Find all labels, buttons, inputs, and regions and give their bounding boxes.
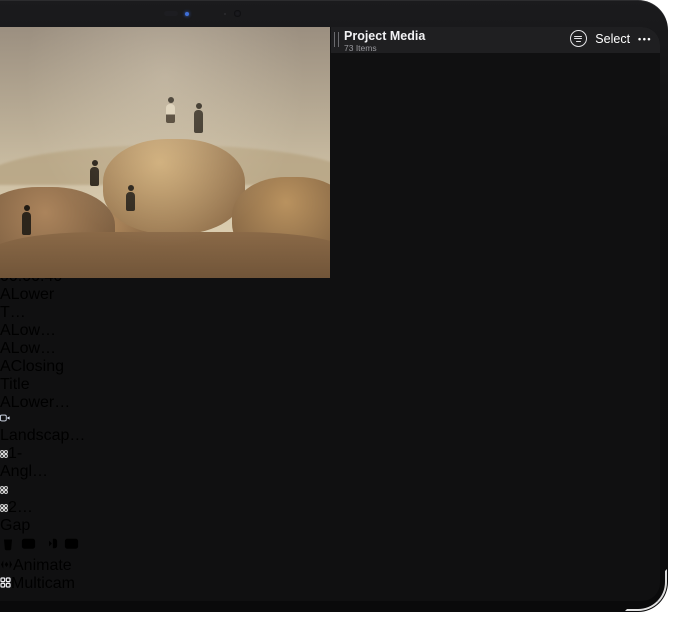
clip-label: 2…	[0, 499, 50, 517]
title-clip-label: Low…	[11, 322, 56, 339]
media-more-button[interactable]: •••	[638, 34, 652, 44]
front-camera-pill	[164, 11, 178, 16]
insert-clip-icon[interactable]	[42, 535, 59, 552]
title-clip[interactable]: ALow…	[0, 340, 47, 358]
timeline-bottom-bar: AnimateMulticam	[0, 535, 660, 593]
front-camera-indicator	[185, 12, 189, 16]
overwrite-clip-icon[interactable]	[63, 535, 80, 552]
delete-icon[interactable]	[0, 535, 16, 552]
multicam-button[interactable]: Multicam	[0, 575, 660, 593]
clip-label: Landscap…	[0, 427, 85, 444]
title-badge-icon: A	[0, 358, 11, 375]
media-panel-title: Project Media	[344, 29, 425, 43]
filter-icon[interactable]	[570, 30, 587, 47]
media-item-count: 73 Items	[344, 43, 377, 53]
animate-button[interactable]: Animate	[0, 557, 660, 575]
panel-drag-handle[interactable]	[334, 32, 339, 47]
animate-label: Animate	[13, 557, 72, 574]
timeline-clip[interactable]	[0, 481, 42, 499]
title-clip[interactable]: ALow…	[0, 322, 46, 340]
title-clip[interactable]: ALower…	[0, 394, 42, 409]
gap-clip[interactable]: Gap	[0, 517, 89, 535]
title-clip[interactable]: AClosing Title	[0, 358, 76, 394]
gap-label: Gap	[0, 517, 30, 534]
title-badge-icon: A	[0, 286, 11, 303]
timeline-tracks[interactable]: ALower T…ALow…ALow…AClosing TitleALower……	[0, 286, 660, 535]
clip-label: 1-Angl…	[0, 445, 68, 481]
media-panel-header: Project Media 73 Items Select •••	[331, 27, 660, 53]
title-badge-icon: A	[0, 322, 11, 339]
title-badge-icon: A	[0, 340, 11, 357]
clip-label	[0, 481, 42, 499]
timeline-scrollbar[interactable]	[0, 593, 660, 601]
front-camera-lens	[234, 10, 241, 17]
stage: 100%	[0, 0, 673, 625]
split-clip-icon[interactable]	[20, 535, 37, 552]
media-select-button[interactable]: Select	[595, 32, 630, 46]
title-clip-label: Low…	[11, 340, 56, 357]
multicam-label: Multicam	[11, 575, 75, 592]
preview-video[interactable]	[0, 27, 330, 278]
title-clip-label: Lower…	[11, 394, 71, 411]
connected-video-clip[interactable]: Landscap…	[0, 409, 80, 445]
front-sensor-dot	[224, 13, 226, 15]
timeline-clip[interactable]: 1-Angl…	[0, 445, 68, 481]
screen: 100%	[0, 27, 660, 601]
timeline-clip[interactable]: 2…	[0, 499, 50, 517]
title-clip[interactable]: ALower T…	[0, 286, 72, 322]
